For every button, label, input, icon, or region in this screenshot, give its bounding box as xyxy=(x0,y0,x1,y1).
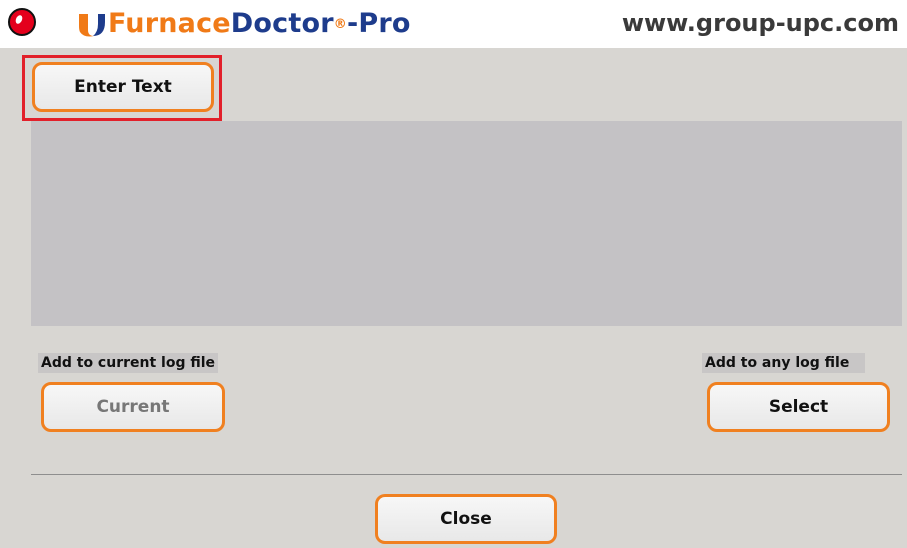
select-button[interactable]: Select xyxy=(707,382,890,432)
any-log-label: Add to any log file xyxy=(702,353,866,373)
app-logo-text: FurnaceDoctor®-Pro xyxy=(108,8,411,39)
app-header: FurnaceDoctor®-Pro www.group-upc.com xyxy=(0,0,907,48)
status-indicator-icon xyxy=(8,8,36,36)
current-log-label: Add to current log file xyxy=(38,353,219,373)
enter-text-button[interactable]: Enter Text xyxy=(32,62,214,112)
website-url: www.group-upc.com xyxy=(621,9,899,37)
close-button[interactable]: Close xyxy=(375,494,557,544)
logo-icon xyxy=(79,14,105,37)
divider xyxy=(31,474,902,475)
text-display-area[interactable] xyxy=(31,121,902,326)
current-button[interactable]: Current xyxy=(41,382,225,432)
